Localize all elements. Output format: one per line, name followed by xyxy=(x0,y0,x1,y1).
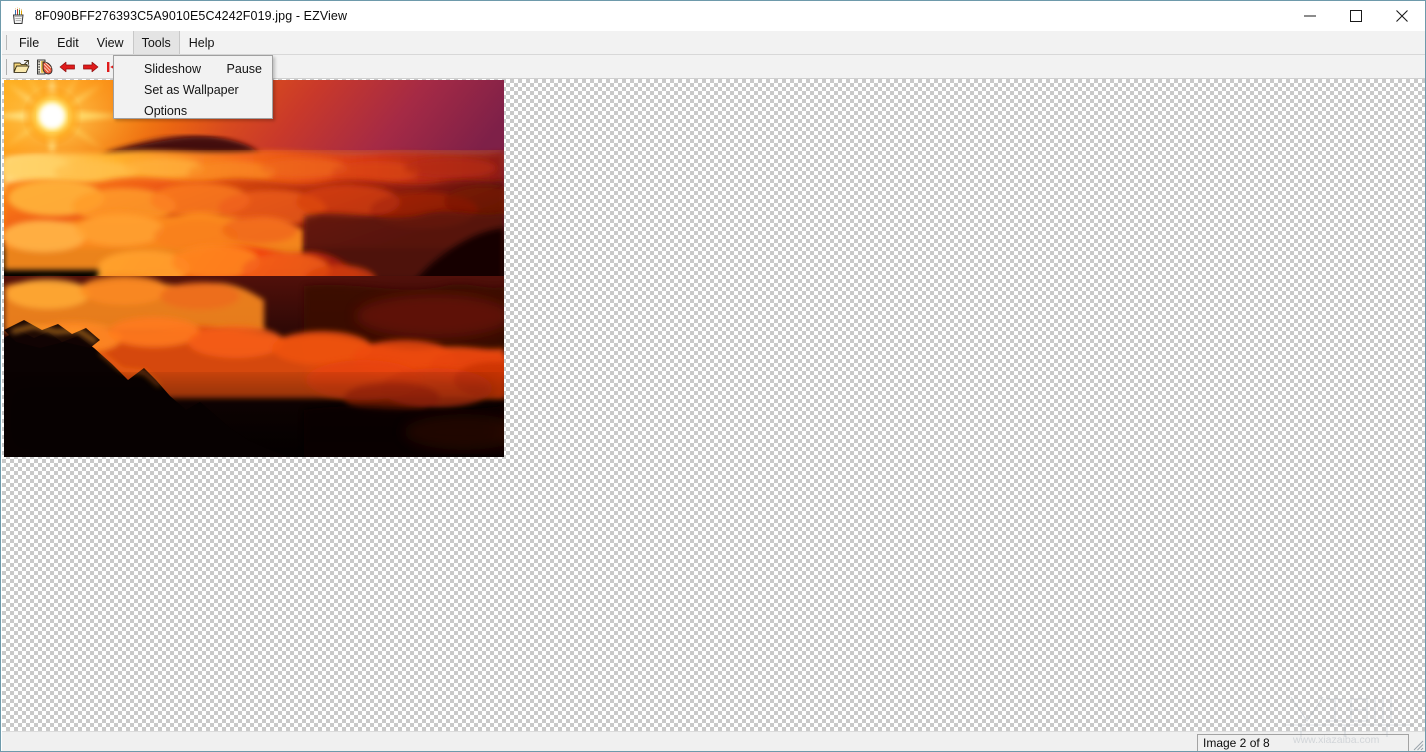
menu-option-options-label: Options xyxy=(144,103,188,118)
menu-item-file[interactable]: File xyxy=(10,31,48,54)
close-button[interactable] xyxy=(1379,2,1425,31)
minimize-button[interactable] xyxy=(1287,2,1333,31)
tools-dropdown-menu[interactable]: Slideshow Pause Set as Wallpaper Options xyxy=(113,55,273,119)
menu-item-file-label: File xyxy=(19,35,40,50)
menu-item-edit-label: Edit xyxy=(57,35,79,50)
menu-bar: File Edit View Tools Help xyxy=(2,31,1425,55)
menu-item-help-label: Help xyxy=(188,35,215,50)
maximize-button[interactable] xyxy=(1333,2,1379,31)
menu-option-slideshow[interactable]: Slideshow Pause xyxy=(114,58,272,79)
ezview-window: 8F090BFF276393C5A9010E5C4242F019.jpg - E… xyxy=(0,0,1426,752)
image-canvas[interactable] xyxy=(2,79,1425,731)
menu-item-help[interactable]: Help xyxy=(180,31,224,54)
title-bar: 8F090BFF276393C5A9010E5C4242F019.jpg - E… xyxy=(1,1,1425,31)
toolbar-grip[interactable] xyxy=(2,55,10,78)
previous-arrow-icon[interactable] xyxy=(56,56,79,78)
sunset-over-clouds-photo[interactable] xyxy=(4,80,504,457)
menu-item-view-label: View xyxy=(96,35,124,50)
next-arrow-icon[interactable] xyxy=(79,56,102,78)
open-file-icon[interactable] xyxy=(10,56,33,78)
menu-item-edit[interactable]: Edit xyxy=(48,31,88,54)
status-text: Image 2 of 8 xyxy=(1203,736,1270,750)
menu-item-view[interactable]: View xyxy=(88,31,133,54)
menu-option-slideshow-accel: Pause xyxy=(226,61,262,76)
menu-item-tools-label: Tools xyxy=(141,35,171,50)
window-title: 8F090BFF276393C5A9010E5C4242F019.jpg - E… xyxy=(35,9,348,23)
menu-option-options[interactable]: Options xyxy=(114,100,272,121)
resize-grip-icon[interactable] xyxy=(1410,737,1424,751)
slideshow-film-icon[interactable] xyxy=(33,56,56,78)
menu-item-tools[interactable]: Tools xyxy=(132,31,180,54)
menu-option-set-as-wallpaper[interactable]: Set as Wallpaper xyxy=(114,79,272,100)
menu-grip xyxy=(2,31,10,54)
status-panel: Image 2 of 8 xyxy=(1197,734,1409,751)
menu-option-slideshow-label: Slideshow xyxy=(144,61,201,76)
menu-option-set-as-wallpaper-label: Set as Wallpaper xyxy=(144,82,239,97)
status-bar: Image 2 of 8 xyxy=(2,731,1425,751)
pencil-cup-icon xyxy=(10,7,28,25)
